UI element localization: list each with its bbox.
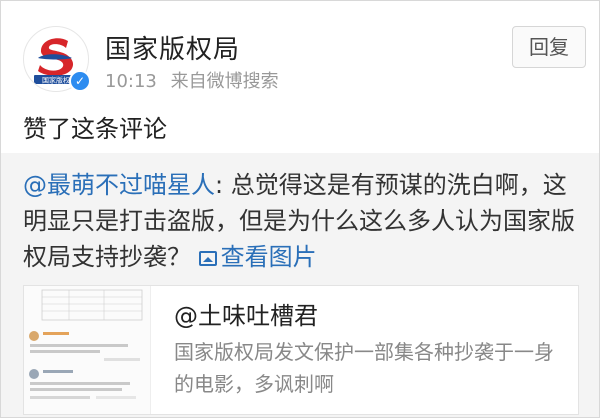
thumbnail-image [24,286,150,414]
view-pictures-label: 查看图片 [220,243,317,271]
link-card[interactable]: @土味吐槽君 国家版权局发文保护一部集各种抄袭于一身的电影，多讽刺啊 [23,285,579,415]
verified-badge-icon: ✓ [69,70,91,92]
post-time: 10:13 [105,71,157,92]
view-pictures-link[interactable]: 查看图片 [198,243,317,271]
card-thumbnail [24,286,151,414]
reply-button[interactable]: 回复 [512,26,586,68]
quoted-comment-text: @最萌不过喵星人: 总觉得这是有预谋的洗白啊，这明显只是打击盗版，但是为什么这么… [23,167,579,275]
card-title: @土味吐槽君 [174,302,318,330]
weibo-notification: 国家版权 ✓ 国家版权局 10:13 来自微博搜索 回复 赞了这条评论 @最萌不… [0,0,600,418]
post-meta: 10:13 来自微博搜索 [105,67,287,93]
action-text: 赞了这条评论 [23,115,167,143]
picture-icon [198,251,217,266]
user-name[interactable]: 国家版权局 [105,29,240,66]
card-description: 国家版权局发文保护一部集各种抄袭于一身的电影，多讽刺啊 [174,340,554,396]
post-header: 国家版权 ✓ 国家版权局 10:13 来自微博搜索 回复 [1,1,599,97]
quoted-comment: @最萌不过喵星人: 总觉得这是有预谋的洗白啊，这明显只是打击盗版，但是为什么这么… [1,153,599,417]
post-source: 来自微博搜索 [170,71,279,92]
mention-link[interactable]: @最萌不过喵星人 [23,171,215,199]
svg-text:国家版权: 国家版权 [42,76,70,85]
